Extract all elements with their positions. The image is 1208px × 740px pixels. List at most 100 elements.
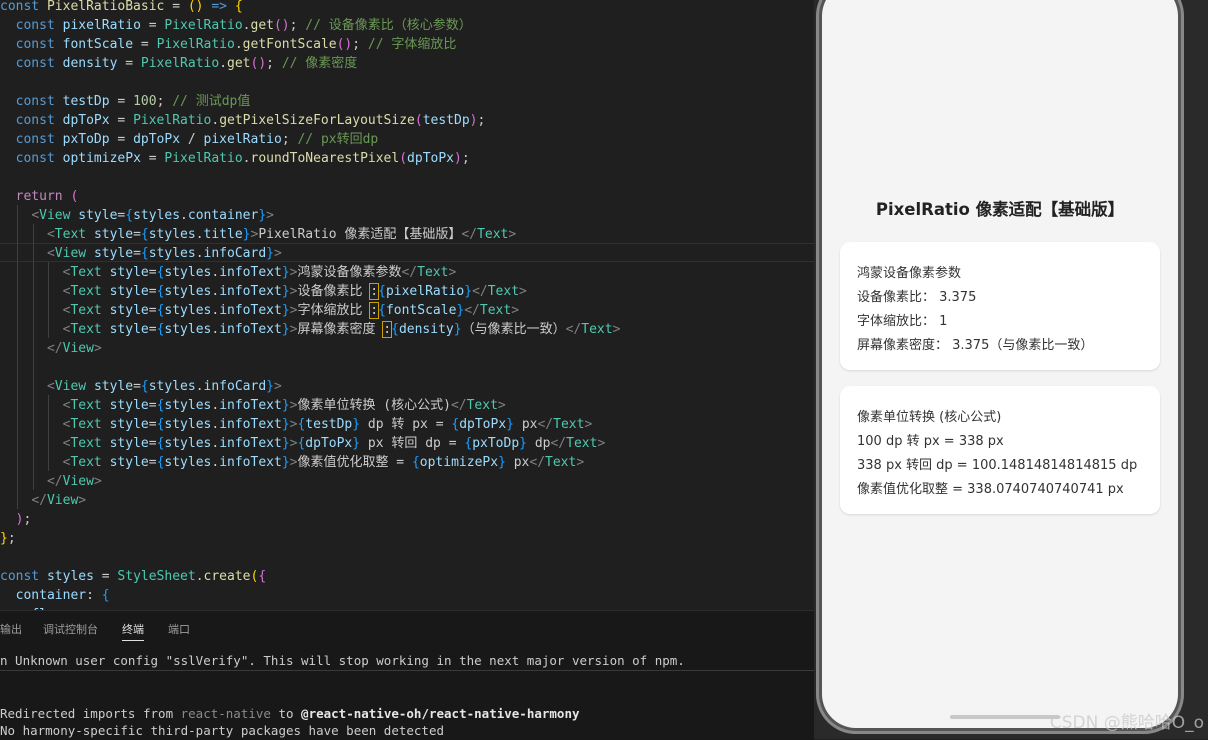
code-token: styles [133, 208, 181, 223]
code-token: = [148, 455, 157, 470]
code-line[interactable]: <Text style={styles.title}>PixelRatio 像素… [0, 225, 516, 244]
code-line[interactable]: const styles = StyleSheet.create({ [0, 567, 266, 586]
code-line[interactable]: container: { [0, 586, 110, 605]
code-line[interactable]: <Text style={styles.infoText}>{dpToPx} p… [0, 434, 606, 453]
code-line[interactable]: }; [0, 529, 16, 548]
code-token: 像素单位转换 (核心公式) [297, 398, 451, 413]
code-line[interactable]: const pixelRatio = PixelRatio.get(); // … [0, 16, 472, 35]
code-token: title [203, 227, 243, 242]
code-token: View [62, 341, 94, 356]
code-line[interactable]: <Text style={styles.infoText}>{testDp} d… [0, 415, 593, 434]
code-line[interactable]: <View style={styles.container}> [0, 206, 274, 225]
code-token: styles [148, 379, 196, 394]
code-token: style [93, 246, 134, 261]
code-token: } [519, 436, 527, 451]
code-token: } [453, 322, 462, 337]
code-token: ; [7, 531, 16, 546]
code-token: styles [164, 398, 212, 413]
code-token: = [109, 94, 134, 109]
code-token: style [109, 436, 149, 451]
code-token: = [148, 303, 157, 318]
code-token: } [258, 208, 267, 223]
code-line[interactable]: <Text style={styles.infoText}>像素单位转换 (核心… [0, 396, 506, 415]
code-token: View [62, 474, 94, 489]
code-token: styles [46, 569, 94, 584]
home-indicator[interactable] [950, 715, 1060, 719]
code-line[interactable]: <Text style={styles.infoText}>鸿蒙设备像素参数</… [0, 263, 457, 282]
code-token: </ [401, 265, 418, 280]
code-token: { [378, 284, 386, 299]
code-token: . [211, 322, 220, 337]
code-token: StyleSheet [117, 569, 196, 584]
code-token: get [250, 18, 274, 33]
tab-output[interactable]: 输出 [0, 621, 22, 637]
code-line[interactable]: const fontScale = PixelRatio.getFontScal… [0, 35, 457, 54]
code-token: () [187, 0, 212, 14]
tab-ports[interactable]: 端口 [168, 621, 190, 637]
code-token: infoText [219, 455, 282, 470]
code-token: View [39, 208, 79, 223]
code-line[interactable]: const pxToDp = dpToPx / pixelRatio; // p… [0, 130, 379, 149]
code-token: > [273, 379, 282, 394]
code-token: container [187, 208, 259, 223]
code-token: . [219, 56, 228, 71]
code-line[interactable]: const density = PixelRatio.get(); // 像素密… [0, 54, 358, 73]
code-token: styles [148, 227, 196, 242]
font-scale-text: 字体缩放比： 1 [857, 314, 948, 329]
code-editor[interactable]: const PixelRatioBasic = () => { const pi… [0, 0, 814, 610]
code-line[interactable]: <View style={styles.infoCard}> [0, 244, 282, 263]
code-line[interactable]: </View> [0, 339, 102, 358]
code-token: ; [281, 132, 298, 147]
code-token: Text [70, 284, 110, 299]
code-token: > [576, 455, 585, 470]
code-token: style [109, 398, 149, 413]
code-token: = [148, 284, 157, 299]
code-line[interactable]: <Text style={styles.infoText}>像素值优化取整 = … [0, 453, 585, 472]
code-token: // 像素密度 [281, 56, 358, 71]
code-token: density [62, 56, 118, 71]
code-line[interactable]: </View> [0, 472, 102, 491]
code-token: infoCard [203, 246, 267, 261]
code-token: style [93, 227, 134, 242]
code-token: = [133, 227, 141, 242]
code-line[interactable]: const dpToPx = PixelRatio.getPixelSizeFo… [0, 111, 486, 130]
code-token: ; [266, 56, 282, 71]
code-token: . [211, 398, 220, 413]
code-line[interactable]: const PixelRatioBasic = () => { [0, 0, 243, 16]
code-line[interactable]: const optimizePx = PixelRatio.roundToNea… [0, 149, 470, 168]
code-line[interactable]: const testDp = 100; // 测试dp值 [0, 92, 251, 111]
code-token: infoText [219, 436, 282, 451]
code-token: Text [581, 322, 613, 337]
code-token: () [336, 37, 353, 52]
code-line[interactable]: <Text style={styles.infoText}>设备像素比 :{pi… [0, 282, 527, 301]
code-token: = [140, 18, 165, 33]
code-token: . [180, 208, 188, 223]
code-token: styles [164, 417, 212, 432]
code-line[interactable]: <View style={styles.infoCard}> [0, 377, 282, 396]
code-line[interactable]: ); [0, 510, 32, 529]
code-token: </ [550, 436, 567, 451]
code-token: style [109, 265, 149, 280]
code-line[interactable]: return ( [0, 187, 79, 206]
code-token: container [15, 588, 87, 603]
code-token: { [258, 569, 267, 584]
code-token: styles [164, 303, 212, 318]
code-token: = [164, 0, 188, 14]
code-token: pxToDp [62, 132, 110, 147]
code-token: Text [54, 227, 94, 242]
code-line[interactable]: </View> [0, 491, 86, 510]
code-line[interactable]: <Text style={styles.infoText}>屏幕像素密度 :{d… [0, 320, 620, 339]
code-token: Text [70, 436, 110, 451]
code-token: ; [289, 18, 306, 33]
code-line[interactable]: <Text style={styles.infoText}>字体缩放比 :{fo… [0, 301, 519, 320]
code-token: { [234, 0, 243, 14]
tab-debug-console[interactable]: 调试控制台 [43, 621, 98, 637]
tab-terminal[interactable]: 终端 [122, 621, 144, 641]
code-token: dp 转 px = [360, 417, 452, 432]
code-token: 鸿蒙设备像素参数 [297, 265, 402, 280]
code-token: ; [352, 37, 368, 52]
code-token: Text [417, 265, 449, 280]
